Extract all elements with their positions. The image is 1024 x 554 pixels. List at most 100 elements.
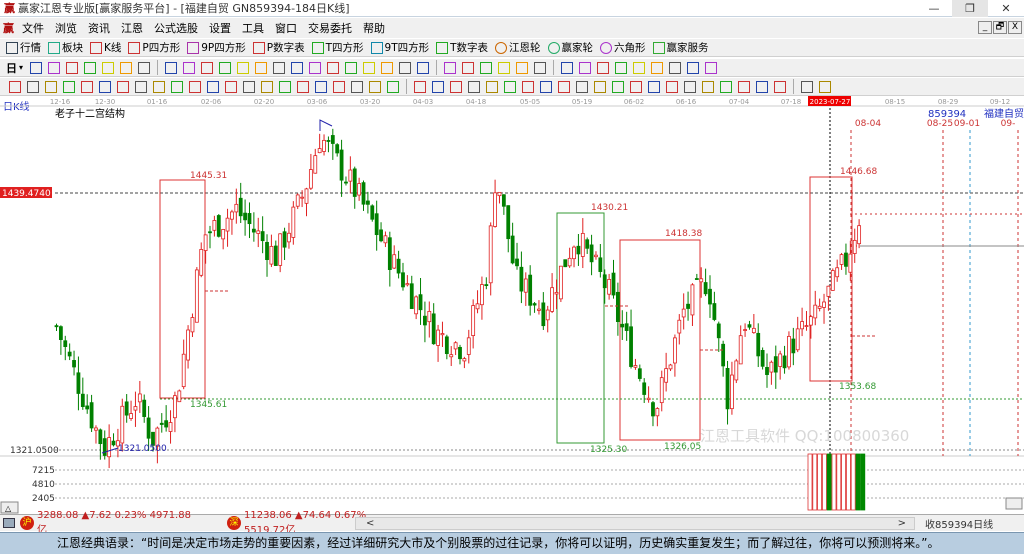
tool-icon-1[interactable] [30, 61, 43, 74]
toolbar-p8-button[interactable]: P四方形 [128, 40, 180, 55]
tool-icon-20[interactable] [351, 80, 363, 93]
toolbar-hexagon-button[interactable]: 六角形 [600, 40, 646, 55]
tool-icon-9[interactable] [183, 61, 196, 74]
tool-icon-31[interactable] [597, 61, 610, 74]
menu-file[interactable]: 文件 [22, 20, 44, 36]
tool-icon-20[interactable] [381, 61, 394, 74]
tool-icon-3[interactable] [45, 80, 57, 93]
tool-icon-30[interactable] [579, 61, 592, 74]
tool-icon-14[interactable] [243, 80, 255, 93]
tool-icon-10[interactable] [201, 61, 214, 74]
tool-icon-12[interactable] [207, 80, 219, 93]
tool-icon-13[interactable] [225, 80, 237, 93]
tool-icon-12[interactable] [237, 61, 250, 74]
tool-icon-43[interactable] [774, 80, 786, 93]
menu-trade[interactable]: 交易委托 [308, 20, 352, 36]
tool-icon-26[interactable] [468, 80, 480, 93]
tool-icon-25[interactable] [450, 80, 462, 93]
tool-icon-10[interactable] [171, 80, 183, 93]
toolbar-kline-button[interactable]: K线 [90, 40, 121, 55]
tool-icon-24[interactable] [462, 61, 475, 74]
toolbar-grid-button[interactable]: 行情 [6, 40, 41, 55]
tool-icon-41[interactable] [738, 80, 750, 93]
tool-icon-34[interactable] [612, 80, 624, 93]
tool-icon-19[interactable] [363, 61, 376, 74]
tool-icon-40[interactable] [720, 80, 732, 93]
tool-icon-38[interactable] [684, 80, 696, 93]
tool-icon-15[interactable] [261, 80, 273, 93]
tool-icon-22[interactable] [417, 61, 430, 74]
tool-icon-33[interactable] [633, 61, 646, 74]
menu-settings[interactable]: 设置 [209, 20, 231, 36]
tool-icon-9[interactable] [153, 80, 165, 93]
mdi-restore-button[interactable]: 🗗 [993, 21, 1007, 34]
tool-icon-31[interactable] [558, 80, 570, 93]
tool-icon-7[interactable] [138, 61, 151, 74]
menu-help[interactable]: 帮助 [363, 20, 385, 36]
tool-icon-35[interactable] [630, 80, 642, 93]
tool-icon-39[interactable] [702, 80, 714, 93]
kline-chart[interactable]: 日K线 老子十二宫结构 859394 福建自贸 12-16 12-30 01-16 0… [0, 96, 1024, 514]
tool-icon-44[interactable] [801, 80, 813, 93]
tool-icon-35[interactable] [669, 61, 682, 74]
toolbar-t8-button[interactable]: T四方形 [311, 40, 364, 55]
tool-icon-8[interactable] [135, 80, 147, 93]
tool-icon-5[interactable] [102, 61, 115, 74]
menu-window[interactable]: 窗口 [275, 20, 297, 36]
toolbar-pn-button[interactable]: P数字表 [252, 40, 305, 55]
tool-icon-7[interactable] [117, 80, 129, 93]
chevron-down-icon[interactable]: ▾ [19, 63, 23, 72]
tool-icon-11[interactable] [219, 61, 232, 74]
restore-button[interactable]: ❐ [952, 0, 988, 17]
tool-icon-37[interactable] [705, 61, 718, 74]
tool-icon-34[interactable] [651, 61, 664, 74]
tool-icon-29[interactable] [522, 80, 534, 93]
tool-icon-2[interactable] [27, 80, 39, 93]
tool-icon-21[interactable] [399, 61, 412, 74]
tool-icon-18[interactable] [315, 80, 327, 93]
tool-icon-2[interactable] [48, 61, 61, 74]
horizontal-scrollbar[interactable]: < > [355, 516, 915, 530]
tool-icon-6[interactable] [120, 61, 133, 74]
toolbar-blocks-button[interactable]: 板块 [48, 40, 83, 55]
tool-icon-6[interactable] [99, 80, 111, 93]
tool-icon-37[interactable] [666, 80, 678, 93]
tool-icon-5[interactable] [81, 80, 93, 93]
tool-icon-8[interactable] [165, 61, 178, 74]
menu-gann[interactable]: 江恩 [121, 20, 143, 36]
close-button[interactable]: ✕ [988, 0, 1024, 17]
tool-icon-4[interactable] [63, 80, 75, 93]
toolbar-p9-button[interactable]: 9P四方形 [187, 40, 246, 55]
tool-icon-16[interactable] [309, 61, 322, 74]
tool-icon-42[interactable] [756, 80, 768, 93]
tool-icon-11[interactable] [189, 80, 201, 93]
toolbar-tn-button[interactable]: T数字表 [436, 40, 488, 55]
tool-icon-36[interactable] [648, 80, 660, 93]
tool-icon-17[interactable] [297, 80, 309, 93]
tool-icon-19[interactable] [333, 80, 345, 93]
tool-icon-33[interactable] [594, 80, 606, 93]
tool-icon-13[interactable] [255, 61, 268, 74]
tool-icon-27[interactable] [486, 80, 498, 93]
tool-icon-16[interactable] [279, 80, 291, 93]
tool-icon-45[interactable] [819, 80, 831, 93]
zoom-out-button[interactable] [1005, 497, 1023, 510]
tool-icon-15[interactable] [291, 61, 304, 74]
tool-icon-36[interactable] [687, 61, 700, 74]
mdi-close-button[interactable]: X [1008, 21, 1022, 34]
tool-icon-4[interactable] [84, 61, 97, 74]
tool-icon-21[interactable] [369, 80, 381, 93]
tool-icon-25[interactable] [480, 61, 493, 74]
menu-browse[interactable]: 浏览 [55, 20, 77, 36]
period-select[interactable]: 日 [6, 60, 17, 76]
tool-icon-26[interactable] [498, 61, 511, 74]
tool-icon-32[interactable] [615, 61, 628, 74]
tool-icon-14[interactable] [273, 61, 286, 74]
menu-news[interactable]: 资讯 [88, 20, 110, 36]
tool-icon-30[interactable] [540, 80, 552, 93]
menu-tools[interactable]: 工具 [242, 20, 264, 36]
tool-icon-28[interactable] [534, 61, 547, 74]
tool-icon-24[interactable] [432, 80, 444, 93]
tool-icon-28[interactable] [504, 80, 516, 93]
tool-icon-23[interactable] [414, 80, 426, 93]
